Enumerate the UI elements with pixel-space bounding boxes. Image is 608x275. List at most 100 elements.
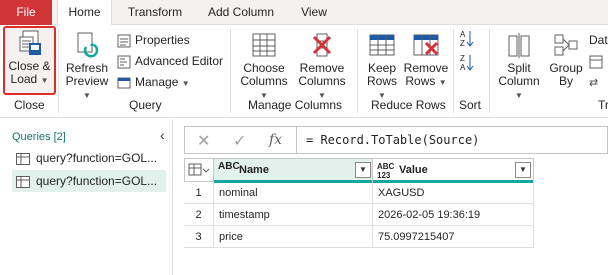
choose-columns-icon: [252, 33, 276, 57]
close-load-icon: [19, 30, 41, 55]
sort-descending-icon: Z A: [460, 54, 474, 72]
formula-divider: [296, 127, 297, 153]
collapse-chevron-left-icon[interactable]: ‹: [160, 127, 165, 143]
properties-icon: [117, 34, 131, 48]
data-type-label: Dat: [589, 33, 608, 47]
table-cell[interactable]: 75.0997215407: [373, 226, 534, 248]
tab-transform[interactable]: Transform: [118, 0, 192, 25]
remove-rows-label-line2: Rows: [405, 74, 436, 88]
commit-check-icon[interactable]: ✓: [233, 131, 246, 151]
row-number[interactable]: 1: [184, 182, 214, 204]
group-label-manage-columns: Manage Columns: [248, 98, 343, 112]
column-header-label: Value: [399, 164, 428, 176]
choose-columns-label-line2: Columns: [240, 74, 288, 88]
choose-columns-button[interactable]: Choose Columns ▼: [236, 31, 292, 102]
close-load-label-line2: Load: [10, 72, 38, 86]
split-column-icon: [508, 33, 530, 58]
row-number[interactable]: 2: [184, 204, 214, 226]
split-column-label-line2: Column: [498, 74, 540, 88]
query-item[interactable]: query?function=GOL...: [12, 147, 166, 169]
group-label-close: Close: [14, 98, 45, 112]
chevron-down-icon: ▼: [438, 78, 447, 87]
table-icon: [16, 175, 30, 188]
ribbon-divider: [453, 29, 454, 113]
svg-text:A: A: [460, 30, 466, 39]
split-column-button[interactable]: Split Column ▼: [494, 31, 544, 102]
grid-corner[interactable]: [184, 158, 214, 182]
chevron-down-icon: ▼: [181, 79, 190, 88]
group-label-transform: Tr: [598, 98, 608, 112]
remove-rows-button[interactable]: Remove Rows ▼: [403, 31, 449, 89]
table-icon: [589, 55, 603, 69]
queries-pane: Queries [2] ‹ query?function=GOL... quer…: [0, 119, 173, 275]
table-icon: [16, 152, 30, 165]
table-cell[interactable]: 2026-02-05 19:36:19: [373, 204, 534, 226]
text-type-icon[interactable]: ABC: [218, 162, 240, 172]
remove-rows-icon: [413, 34, 439, 56]
cancel-x-icon[interactable]: ✕: [197, 131, 210, 151]
table-menu-icon: [188, 163, 210, 176]
sort-ascending-icon: A Z: [460, 30, 474, 48]
table-cell[interactable]: nominal: [214, 182, 373, 204]
ribbon-tab-bar: File Home Transform Add Column View: [0, 0, 608, 26]
sort-ascending-button[interactable]: A Z: [459, 29, 475, 52]
svg-text:A: A: [460, 63, 466, 72]
data-type-button[interactable]: Dat: [589, 30, 608, 50]
filter-dropdown-icon[interactable]: ▼: [355, 162, 371, 178]
manage-button[interactable]: Manage ▼: [117, 72, 190, 92]
properties-label: Properties: [135, 33, 190, 47]
ribbon-divider: [357, 29, 358, 113]
remove-columns-label-line2: Columns: [298, 74, 346, 88]
tab-add-column[interactable]: Add Column: [198, 0, 284, 25]
group-by-button[interactable]: Group By: [547, 31, 585, 88]
advanced-editor-icon: [117, 55, 131, 69]
filter-dropdown-icon[interactable]: ▼: [515, 162, 531, 178]
chevron-down-icon: ▼: [40, 76, 49, 85]
column-header-name[interactable]: ABC Name ▼: [213, 158, 373, 183]
group-label-sort: Sort: [459, 98, 482, 112]
fx-icon[interactable]: fx: [269, 132, 282, 148]
advanced-editor-button[interactable]: Advanced Editor: [117, 51, 223, 71]
advanced-editor-label: Advanced Editor: [135, 54, 224, 68]
refresh-label-line2: Preview: [65, 74, 109, 88]
group-label-query: Query: [129, 98, 162, 112]
group-by-label-line2: By: [558, 74, 573, 88]
query-item-selected[interactable]: query?function=GOL...: [12, 170, 166, 192]
remove-columns-icon: [312, 33, 332, 57]
svg-text:Z: Z: [460, 54, 465, 63]
refresh-preview-button[interactable]: Refresh Preview ▼: [62, 31, 112, 102]
properties-button[interactable]: Properties: [117, 30, 190, 50]
chevron-down-icon: ▼: [83, 91, 91, 100]
formula-input[interactable]: = Record.ToTable(Source): [306, 133, 479, 147]
table-cell[interactable]: XAGUSD: [373, 182, 534, 204]
tab-home[interactable]: Home: [57, 0, 112, 26]
replace-values-button[interactable]: ⇄: [589, 72, 608, 92]
table-cell[interactable]: timestamp: [214, 204, 373, 226]
replace-icon: ⇄: [589, 77, 599, 89]
row-number[interactable]: 3: [184, 226, 214, 248]
remove-columns-button[interactable]: Remove Columns ▼: [294, 31, 350, 102]
column-header-value[interactable]: ABC 123 Value ▼: [372, 158, 534, 183]
queries-title: Queries [2]: [12, 131, 66, 143]
any-type-icon[interactable]: ABC 123: [377, 162, 394, 180]
keep-rows-label-line2: Rows: [366, 74, 397, 88]
close-load-button[interactable]: Close & Load ▼: [5, 29, 54, 87]
ribbon-divider: [230, 29, 231, 113]
manage-icon: [117, 77, 131, 89]
ribbon: Close & Load ▼ Close Refresh Preview ▼ P…: [0, 25, 608, 118]
ribbon-divider: [58, 29, 59, 113]
table-cell[interactable]: price: [214, 226, 373, 248]
tab-file[interactable]: File: [0, 0, 52, 25]
sort-descending-button[interactable]: Z A: [459, 53, 475, 76]
column-header-label: Name: [239, 164, 269, 176]
refresh-icon: [77, 32, 99, 58]
tab-view[interactable]: View: [290, 0, 338, 25]
use-first-row-button[interactable]: [589, 51, 608, 71]
keep-rows-button[interactable]: Keep Rows ▼: [362, 31, 402, 102]
keep-rows-icon: [369, 34, 395, 56]
manage-label: Manage: [135, 75, 179, 89]
query-item-label: query?function=GOL...: [36, 174, 158, 188]
query-item-label: query?function=GOL...: [36, 151, 158, 165]
formula-bar: ✕ ✓ fx = Record.ToTable(Source): [184, 126, 608, 154]
svg-text:Z: Z: [460, 39, 465, 48]
